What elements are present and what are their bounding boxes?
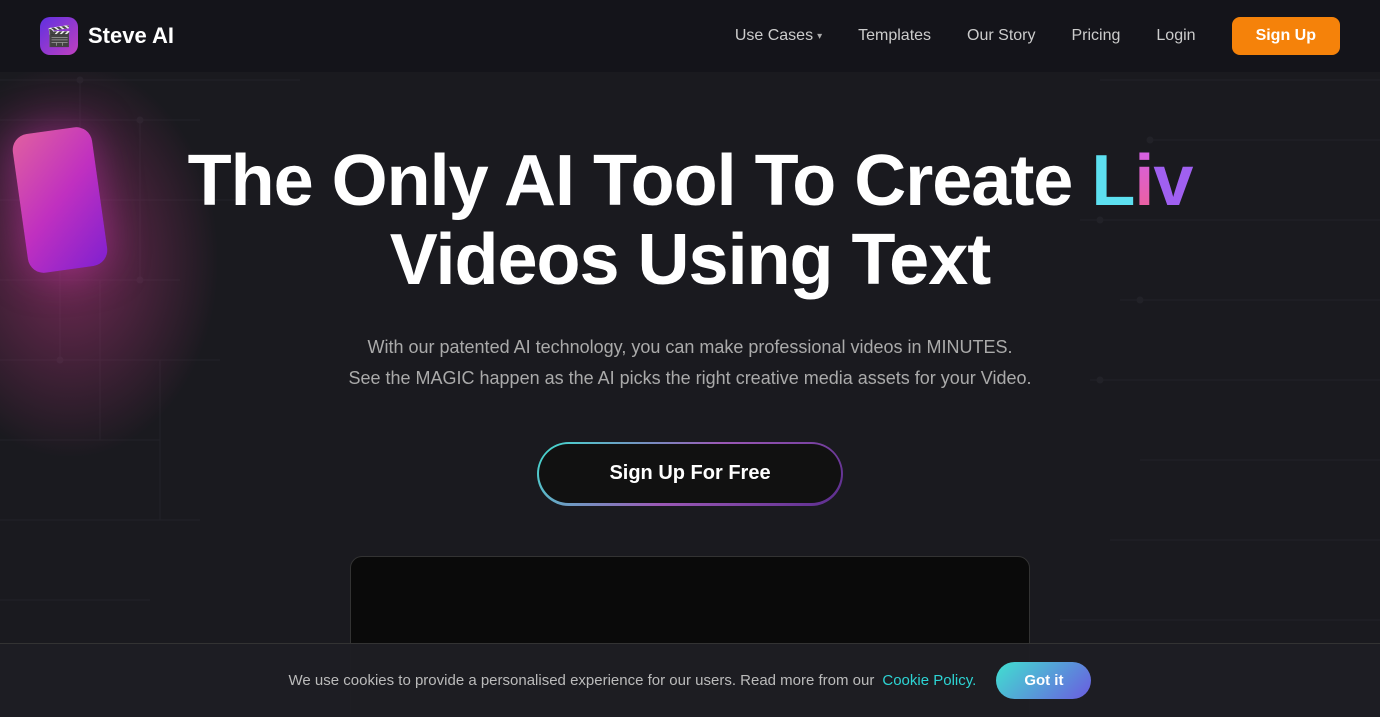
nav-templates[interactable]: Templates <box>858 27 931 45</box>
liv-word: Liv <box>1091 141 1192 221</box>
logo-icon <box>40 17 78 55</box>
hero-subtitle: With our patented AI technology, you can… <box>320 332 1060 393</box>
chevron-down-icon: ▾ <box>817 31 822 42</box>
hero-title-part1: The Only AI Tool To Create <box>188 141 1092 221</box>
nav-pricing[interactable]: Pricing <box>1072 27 1121 45</box>
nav-use-cases[interactable]: Use Cases ▾ <box>735 27 822 45</box>
hero-signup-button[interactable]: Sign Up For Free <box>539 444 840 503</box>
cookie-accept-button[interactable]: Got it <box>996 662 1091 699</box>
nav-our-story[interactable]: Our Story <box>967 27 1035 45</box>
nav-login[interactable]: Login <box>1156 27 1195 45</box>
cookie-policy-link[interactable]: Cookie Policy. <box>882 672 976 689</box>
nav-links: Use Cases ▾ Templates Our Story Pricing … <box>735 17 1340 55</box>
navbar: Steve AI Use Cases ▾ Templates Our Story… <box>0 0 1380 72</box>
liv-i: i <box>1134 141 1153 221</box>
logo-text: Steve AI <box>88 23 174 49</box>
hero-title: The Only AI Tool To Create Liv Videos Us… <box>40 142 1340 300</box>
liv-l: L <box>1091 141 1134 221</box>
cookie-text: We use cookies to provide a personalised… <box>289 672 875 689</box>
liv-v: v <box>1153 141 1192 221</box>
hero-section: The Only AI Tool To Create Liv Videos Us… <box>0 72 1380 556</box>
hero-title-part2: Videos Using Text <box>390 220 990 300</box>
cookie-banner: We use cookies to provide a personalised… <box>0 643 1380 717</box>
nav-signup-button[interactable]: Sign Up <box>1232 17 1340 55</box>
logo[interactable]: Steve AI <box>40 17 174 55</box>
signup-button-wrapper: Sign Up For Free <box>537 442 843 506</box>
